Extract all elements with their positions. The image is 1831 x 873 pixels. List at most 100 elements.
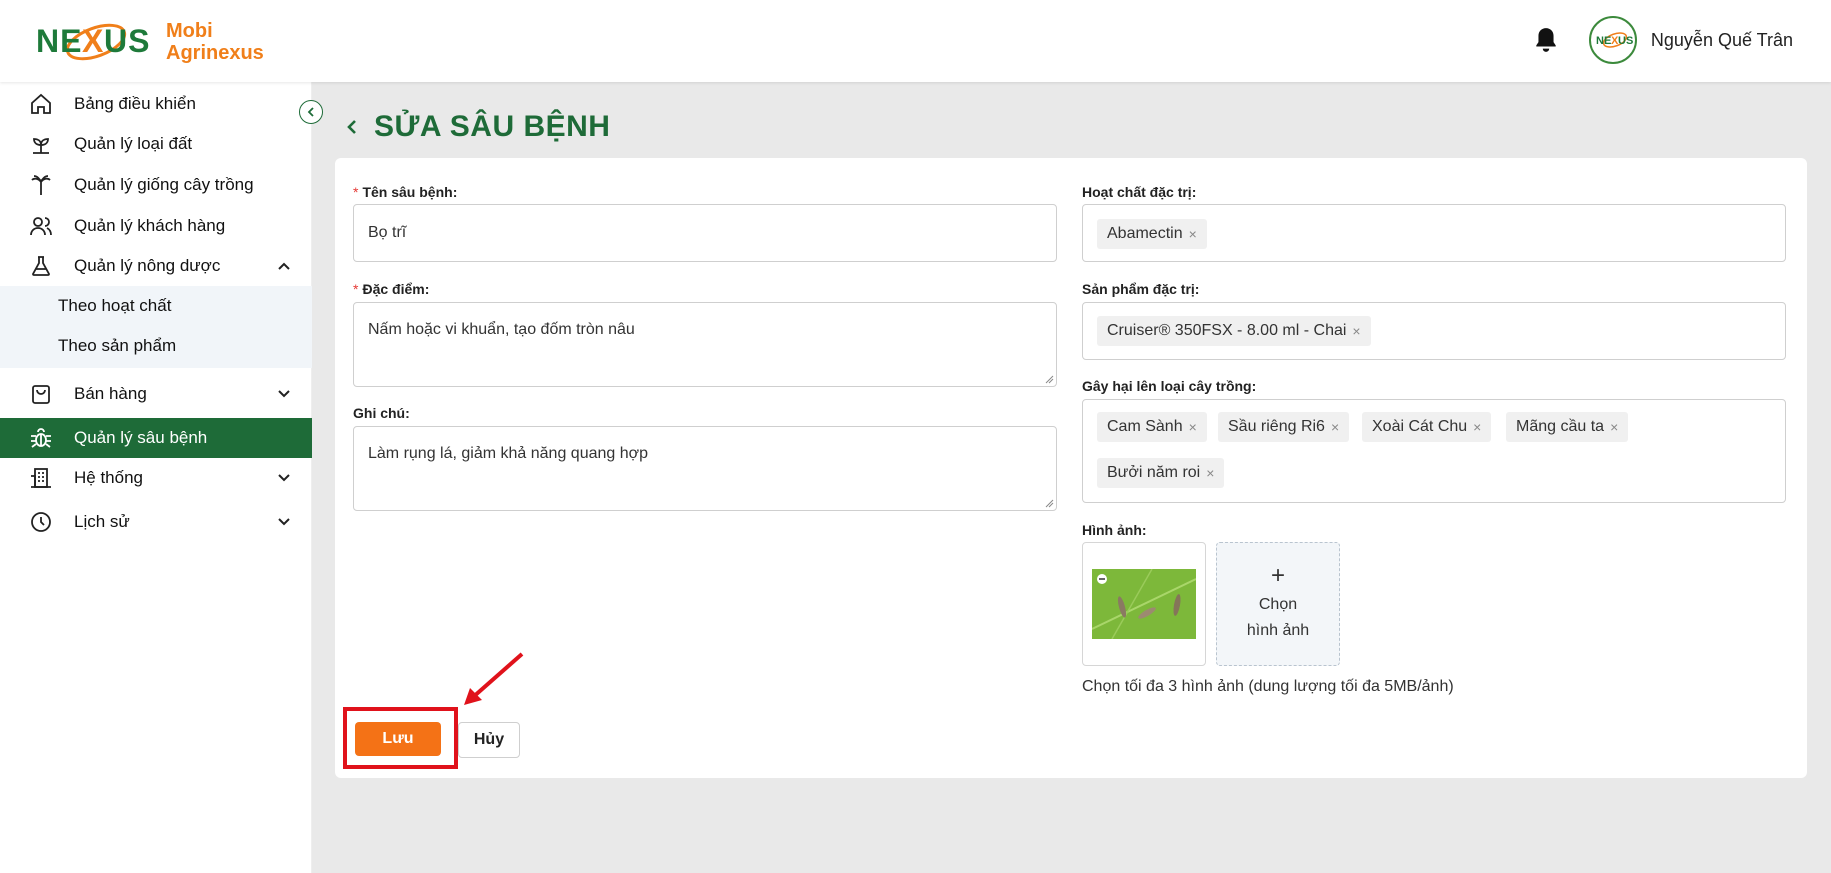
chevron-down-icon[interactable] bbox=[276, 386, 292, 402]
sprout-icon bbox=[28, 131, 54, 157]
tag-item: Sầu riêng Ri6 × bbox=[1218, 412, 1350, 442]
annotation-arrow-icon bbox=[464, 652, 524, 705]
name-label: * Tên sâu bệnh: bbox=[353, 184, 458, 200]
avatar-logo-icon: NE X US bbox=[1596, 32, 1633, 48]
tag-remove-icon[interactable]: × bbox=[1331, 419, 1339, 435]
chevron-down-icon[interactable] bbox=[276, 514, 292, 530]
svg-text:US: US bbox=[104, 23, 150, 59]
header-user-area: NE X US Nguyễn Quế Trân bbox=[1533, 16, 1793, 64]
chevron-up-icon[interactable] bbox=[276, 258, 292, 274]
required-mark: * bbox=[353, 281, 359, 297]
main-content: SỬA SÂU BỆNH * Tên sâu bệnh: Bọ trĩ * Đặc … bbox=[312, 82, 1831, 873]
sidebar-item-label: Lịch sử bbox=[74, 512, 130, 531]
svg-text:NE: NE bbox=[36, 23, 82, 59]
page-header: SỬA SÂU BỆNH bbox=[342, 110, 610, 144]
feature-textarea[interactable]: Nấm hoặc vi khuẩn, tạo đốm tròn nâu bbox=[353, 302, 1057, 387]
product-label: Sản phẩm đặc trị: bbox=[1082, 281, 1200, 297]
back-arrow-icon[interactable] bbox=[342, 117, 362, 137]
sidebar-item-label: Quản lý khách hàng bbox=[74, 216, 226, 235]
sidebar-item-customers[interactable]: Quản lý khách hàng bbox=[0, 206, 312, 246]
sidebar-item-dashboard[interactable]: Bảng điều khiển bbox=[0, 84, 312, 124]
sidebar-item-label: Quản lý loại đất bbox=[74, 134, 193, 153]
pest-name-input[interactable]: Bọ trĩ bbox=[353, 204, 1057, 262]
required-mark: * bbox=[353, 184, 359, 200]
tag-item: Cam Sành × bbox=[1097, 412, 1207, 442]
edit-form-card: * Tên sâu bệnh: Bọ trĩ * Đặc điểm: Nấm hoặ… bbox=[335, 158, 1807, 778]
chevron-down-icon[interactable] bbox=[276, 470, 292, 486]
shopping-bag-icon bbox=[28, 381, 54, 407]
sidebar-item-crop-varieties[interactable]: Quản lý giống cây trồng bbox=[0, 165, 312, 205]
tag-item: Mãng cầu ta × bbox=[1506, 412, 1629, 442]
resize-handle-icon[interactable] bbox=[1044, 498, 1054, 508]
tag-remove-icon[interactable]: × bbox=[1206, 465, 1214, 481]
image-hint: Chọn tối đa 3 hình ảnh (dung lượng tối đ… bbox=[1082, 678, 1454, 695]
sidebar-item-label: Bán hàng bbox=[74, 384, 147, 403]
sidebar-item-label: Bảng điều khiển bbox=[74, 94, 196, 113]
top-header: NE X US Mobi Agrinexus NE X US Nguyễn Qu… bbox=[0, 0, 1831, 82]
note-textarea[interactable]: Làm rụng lá, giảm khả năng quang hợp bbox=[353, 426, 1057, 511]
nexus-logo-mark: NE X US bbox=[34, 14, 152, 70]
bug-icon bbox=[28, 425, 54, 451]
submenu-item-by-product[interactable]: Theo sản phẩm bbox=[58, 336, 176, 356]
tag-remove-icon[interactable]: × bbox=[1352, 323, 1360, 339]
note-label: Ghi chú: bbox=[353, 405, 410, 421]
svg-text:NE: NE bbox=[1596, 35, 1611, 47]
users-icon bbox=[28, 213, 54, 239]
tag-item: Bưởi năm roi × bbox=[1097, 458, 1225, 488]
sidebar-collapse-button[interactable] bbox=[299, 100, 323, 124]
tag-remove-icon[interactable]: × bbox=[1189, 419, 1197, 435]
add-image-label-line2: hình ảnh bbox=[1246, 622, 1310, 639]
building-icon bbox=[28, 465, 54, 491]
plus-icon: + bbox=[1270, 562, 1285, 589]
sidebar-item-pests[interactable]: Quản lý sâu bệnh bbox=[0, 418, 312, 458]
feature-label: * Đặc điểm: bbox=[353, 281, 430, 297]
flask-icon bbox=[28, 253, 54, 279]
active-ingredient-label: Hoạt chất đặc trị: bbox=[1082, 184, 1197, 200]
avatar[interactable]: NE X US bbox=[1588, 16, 1637, 64]
pest-name-value: Bọ trĩ bbox=[368, 224, 407, 241]
brand-name-line1: Mobi bbox=[166, 20, 213, 42]
sidebar-item-system[interactable]: Hệ thống bbox=[0, 458, 312, 498]
sidebar-item-label: Quản lý giống cây trồng bbox=[74, 175, 254, 194]
tag-item: Xoài Cát Chu × bbox=[1362, 412, 1492, 442]
image-thumbnail[interactable] bbox=[1082, 542, 1206, 666]
tag-item: Abamectin × bbox=[1097, 219, 1207, 249]
product-select[interactable]: Cruiser® 350FSX - 8.00 ml - Chai × bbox=[1082, 302, 1786, 360]
add-image-label-line1: Chọn bbox=[1258, 596, 1298, 613]
sidebar-item-label: Quản lý nông dược bbox=[74, 256, 221, 275]
tag-remove-icon[interactable]: × bbox=[1610, 419, 1618, 435]
sidebar-item-sales[interactable]: Bán hàng bbox=[0, 374, 312, 414]
pesticides-submenu: Theo hoạt chất Theo sản phẩm bbox=[0, 286, 312, 368]
save-button[interactable]: Lưu bbox=[355, 722, 441, 756]
svg-text:X: X bbox=[82, 23, 104, 59]
add-image-button[interactable]: + Chọn hình ảnh bbox=[1216, 542, 1340, 666]
user-name[interactable]: Nguyễn Quế Trân bbox=[1651, 30, 1793, 51]
tag-remove-icon[interactable]: × bbox=[1473, 419, 1481, 435]
submenu-item-by-ingredient[interactable]: Theo hoạt chất bbox=[58, 296, 171, 316]
home-icon bbox=[28, 91, 54, 117]
brand-name: Mobi Agrinexus bbox=[166, 20, 264, 64]
cancel-button[interactable]: Hủy bbox=[458, 722, 520, 758]
sidebar-item-history[interactable]: Lịch sử bbox=[0, 502, 312, 542]
chevron-left-icon bbox=[307, 107, 314, 117]
brand-logo[interactable]: NE X US Mobi Agrinexus bbox=[34, 14, 264, 70]
sidebar-item-pesticides[interactable]: Quản lý nông dược bbox=[0, 246, 312, 286]
tag-item: Cruiser® 350FSX - 8.00 ml - Chai × bbox=[1097, 316, 1371, 346]
images-label: Hình ảnh: bbox=[1082, 522, 1147, 538]
sidebar-item-label: Hệ thống bbox=[74, 468, 143, 487]
crops-label: Gây hại lên loại cây trồng: bbox=[1082, 378, 1257, 394]
svg-text:US: US bbox=[1618, 35, 1633, 47]
sidebar-item-label: Quản lý sâu bệnh bbox=[74, 428, 208, 447]
tag-remove-icon[interactable]: × bbox=[1189, 226, 1197, 242]
clock-icon bbox=[28, 509, 54, 535]
sidebar-item-soil-types[interactable]: Quản lý loại đất bbox=[0, 124, 312, 164]
sidebar: Bảng điều khiển Quản lý loại đất Quản lý… bbox=[0, 82, 312, 873]
palm-tree-icon bbox=[28, 172, 54, 198]
resize-handle-icon[interactable] bbox=[1044, 374, 1054, 384]
active-ingredient-select[interactable]: Abamectin × bbox=[1082, 204, 1786, 262]
crops-select[interactable]: Cam Sành × Sầu riêng Ri6 × Xoài Cát Chu × M… bbox=[1082, 399, 1786, 503]
brand-name-line2: Agrinexus bbox=[166, 42, 264, 64]
page-title: SỬA SÂU BỆNH bbox=[374, 110, 611, 143]
pest-photo-image bbox=[1092, 569, 1196, 639]
bell-icon[interactable] bbox=[1533, 26, 1559, 54]
